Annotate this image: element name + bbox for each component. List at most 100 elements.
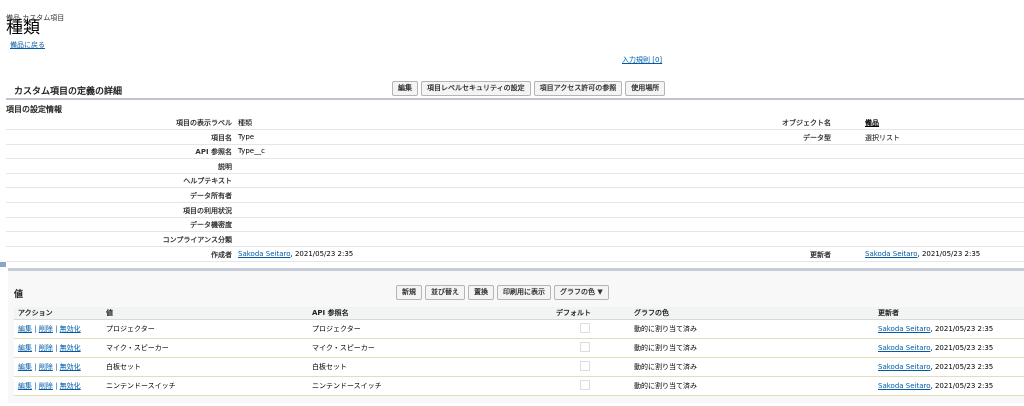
detail-row: コンプライアンス分類 — [6, 235, 1024, 247]
detail-section-title: カスタム項目の定義の詳細 — [14, 87, 123, 97]
created-by-value: Sakoda Seitaro, 2021/05/23 2:35 — [238, 250, 353, 258]
table-row: 編集 | 削除 | 無効化 白板セット 白板セット 動的に割り当て済み Sakoda S… — [14, 357, 1024, 377]
action-cell: 編集 | 削除 | 無効化 — [14, 376, 102, 396]
field-security-button[interactable]: 項目レベルセキュリティの設定 — [421, 81, 531, 96]
detail-row: 項目の表示ラベル 種類 オブジェクト名 備品 — [6, 118, 1024, 130]
default-checkbox — [580, 323, 590, 333]
detail-label: 項目の利用状況 — [183, 206, 232, 215]
default-cell — [552, 357, 630, 377]
modified-by-value: Sakoda Seitaro, 2021/05/23 2:35 — [865, 250, 980, 258]
values-section: 値 新規 並び替え 置換 印刷用に表示 グラフの色 ▼ アクション 値 API … — [8, 268, 1024, 403]
separator: | — [55, 382, 58, 390]
deactivate-link[interactable]: 無効化 — [60, 325, 81, 333]
separator: | — [55, 325, 58, 333]
detail-row: ヘルプテキスト — [6, 176, 1024, 189]
modified-date: , 2021/05/23 2:35 — [930, 382, 994, 390]
created-by-row: 作成者 Sakoda Seitaro, 2021/05/23 2:35 更新者 … — [6, 250, 1024, 262]
back-link[interactable]: 備品に戻る — [10, 40, 45, 50]
new-value-button[interactable]: 新規 — [396, 285, 422, 300]
edit-link[interactable]: 編集 — [18, 363, 32, 371]
detail-label: コンプライアンス分類 — [162, 235, 232, 244]
chart-color-cell: 動的に割り当て済み — [630, 376, 874, 396]
edit-link[interactable]: 編集 — [18, 382, 32, 390]
replace-button[interactable]: 置換 — [468, 285, 494, 300]
edit-button[interactable]: 編集 — [392, 81, 418, 96]
detail-label: 項目の表示ラベル — [176, 119, 232, 127]
modified-by-date: , 2021/05/23 2:35 — [917, 250, 981, 258]
col-chart-color: グラフの色 — [630, 307, 874, 320]
deactivate-link[interactable]: 無効化 — [60, 363, 81, 371]
reorder-button[interactable]: 並び替え — [425, 285, 465, 300]
value-cell: マイク・スピーカー — [102, 338, 308, 358]
delete-link[interactable]: 削除 — [39, 325, 53, 333]
edit-link[interactable]: 編集 — [18, 344, 32, 352]
created-by-date: , 2021/05/23 2:35 — [290, 250, 354, 258]
default-cell — [552, 338, 630, 358]
detail-label: データ所有者 — [190, 192, 232, 200]
edit-link[interactable]: 編集 — [18, 325, 32, 333]
modified-by-user-link[interactable]: Sakoda Seitaro — [878, 325, 931, 333]
action-cell: 編集 | 削除 | 無効化 — [14, 319, 102, 339]
table-row: 編集 | 削除 | 無効化 ニンテンドースイッチ ニンテンドースイッチ 動的に割り当て… — [14, 376, 1024, 396]
values-table: アクション 値 API 参照名 デフォルト グラフの色 更新者 編集 | 削除 … — [14, 307, 1024, 396]
delete-link[interactable]: 削除 — [39, 363, 53, 371]
delete-link[interactable]: 削除 — [39, 382, 53, 390]
col-api-name: API 参照名 — [308, 307, 552, 320]
validation-rules-link[interactable]: 入力規則 [0] — [622, 55, 662, 65]
detail-row: データ所有者 — [6, 191, 1024, 203]
view-field-access-button[interactable]: 項目アクセス許可の参照 — [533, 81, 623, 96]
detail-row: API 参照名 Type__c — [6, 147, 1024, 160]
col-value: 値 — [102, 307, 308, 320]
detail-row: 説明 — [6, 162, 1024, 174]
default-checkbox — [580, 380, 590, 390]
detail-value-right: 選択リスト — [865, 133, 900, 142]
detail-label: ヘルプテキスト — [183, 177, 232, 186]
default-checkbox — [580, 361, 590, 371]
modified-by-user-link[interactable]: Sakoda Seitaro — [865, 250, 918, 258]
detail-label: 項目名 — [211, 133, 232, 142]
modified-by-user-link[interactable]: Sakoda Seitaro — [878, 363, 931, 371]
delete-link[interactable]: 削除 — [39, 344, 53, 352]
chart-color-cell: 動的に割り当て済み — [630, 319, 874, 339]
col-action: アクション — [14, 307, 102, 320]
modified-date: , 2021/05/23 2:35 — [930, 363, 994, 371]
modified-by-label: 更新者 — [810, 251, 831, 259]
modified-by-cell: Sakoda Seitaro, 2021/05/23 2:35 — [874, 357, 1024, 377]
modified-by-cell: Sakoda Seitaro, 2021/05/23 2:35 — [874, 338, 1024, 358]
created-by-label: 作成者 — [211, 251, 232, 259]
default-checkbox — [580, 342, 590, 352]
modified-date: , 2021/05/23 2:35 — [930, 344, 994, 352]
api-name-cell: マイク・スピーカー — [308, 338, 552, 358]
separator: | — [34, 325, 37, 333]
field-info-subheader: 項目の設定情報 — [6, 105, 62, 114]
value-cell: 白板セット — [102, 357, 308, 377]
chart-colors-dropdown[interactable]: グラフの色 ▼ — [554, 285, 609, 300]
deactivate-link[interactable]: 無効化 — [60, 382, 81, 390]
detail-label-right: データ型 — [803, 133, 831, 142]
action-cell: 編集 | 削除 | 無効化 — [14, 338, 102, 358]
created-by-user-link[interactable]: Sakoda Seitaro — [238, 250, 291, 258]
api-name-cell: プロジェクター — [308, 319, 552, 339]
modified-by-user-link[interactable]: Sakoda Seitaro — [878, 382, 931, 390]
printable-view-button[interactable]: 印刷用に表示 — [497, 285, 551, 300]
detail-label: 説明 — [218, 162, 232, 171]
detail-value: 種類 — [238, 119, 252, 127]
action-cell: 編集 | 削除 | 無効化 — [14, 357, 102, 377]
values-section-title: 値 — [14, 290, 24, 300]
detail-value: Type — [238, 132, 255, 141]
values-table-header: アクション 値 API 参照名 デフォルト グラフの色 更新者 — [14, 307, 1024, 320]
deactivate-link[interactable]: 無効化 — [60, 344, 81, 352]
object-name-link[interactable]: 備品 — [865, 118, 879, 128]
detail-label: API 参照名 — [195, 148, 232, 157]
modified-by-cell: Sakoda Seitaro, 2021/05/23 2:35 — [874, 319, 1024, 339]
separator: | — [34, 363, 37, 371]
api-name-cell: ニンテンドースイッチ — [308, 376, 552, 396]
default-cell — [552, 376, 630, 396]
value-cell: プロジェクター — [102, 319, 308, 339]
where-used-button[interactable]: 使用場所 — [625, 81, 666, 96]
table-row: 編集 | 削除 | 無効化 マイク・スピーカー マイク・スピーカー 動的に割り当て済み… — [14, 338, 1024, 358]
default-cell — [552, 319, 630, 339]
modified-by-cell: Sakoda Seitaro, 2021/05/23 2:35 — [874, 376, 1024, 396]
detail-label-right: オブジェクト名 — [782, 119, 831, 127]
modified-by-user-link[interactable]: Sakoda Seitaro — [878, 344, 931, 352]
